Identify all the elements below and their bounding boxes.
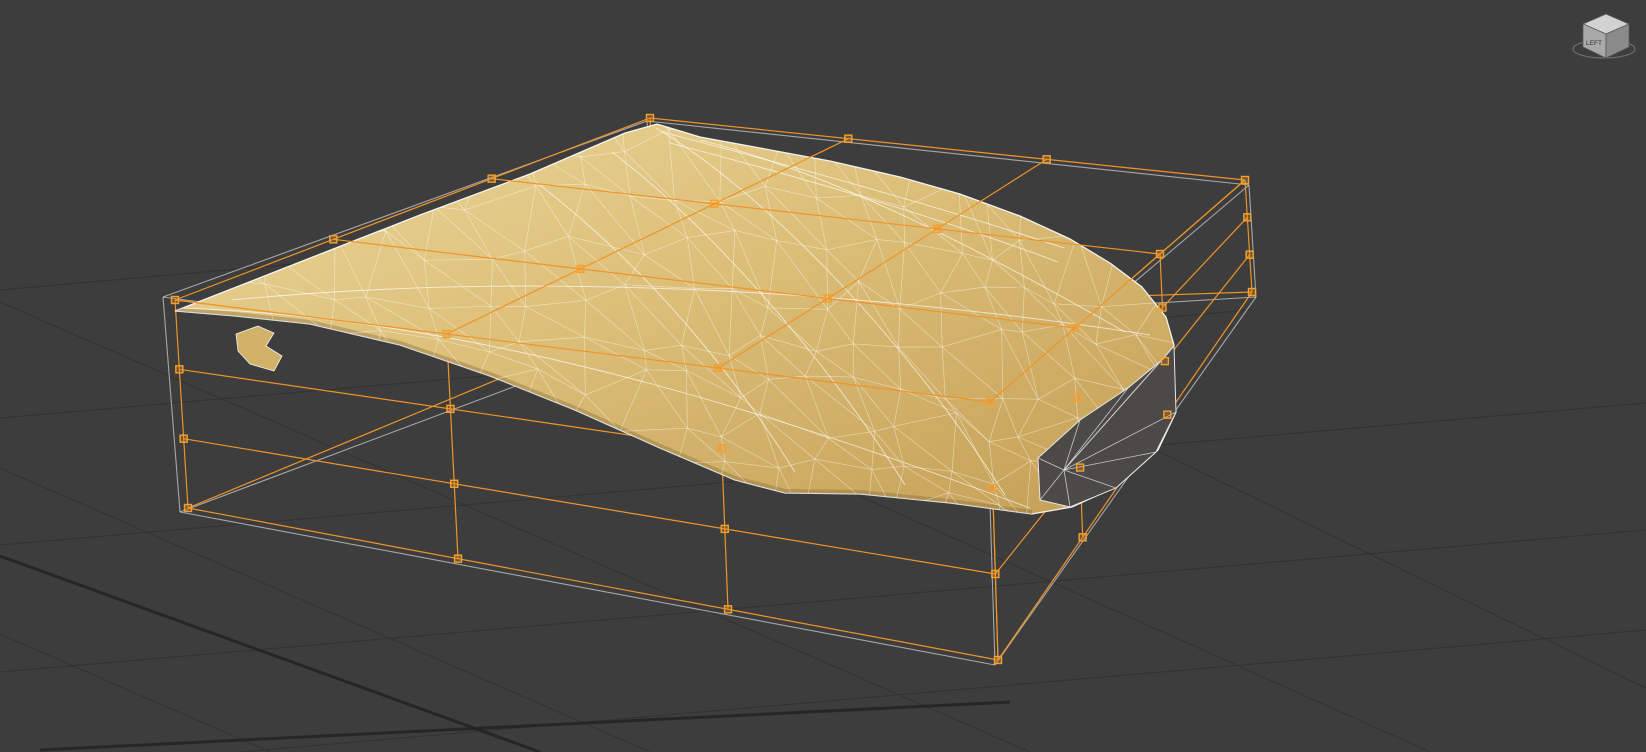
viewcube-face-label: LEFT [1586,40,1602,47]
viewport-3d[interactable]: LEFT [0,0,1646,752]
scene-canvas[interactable]: LEFT [0,0,1646,752]
